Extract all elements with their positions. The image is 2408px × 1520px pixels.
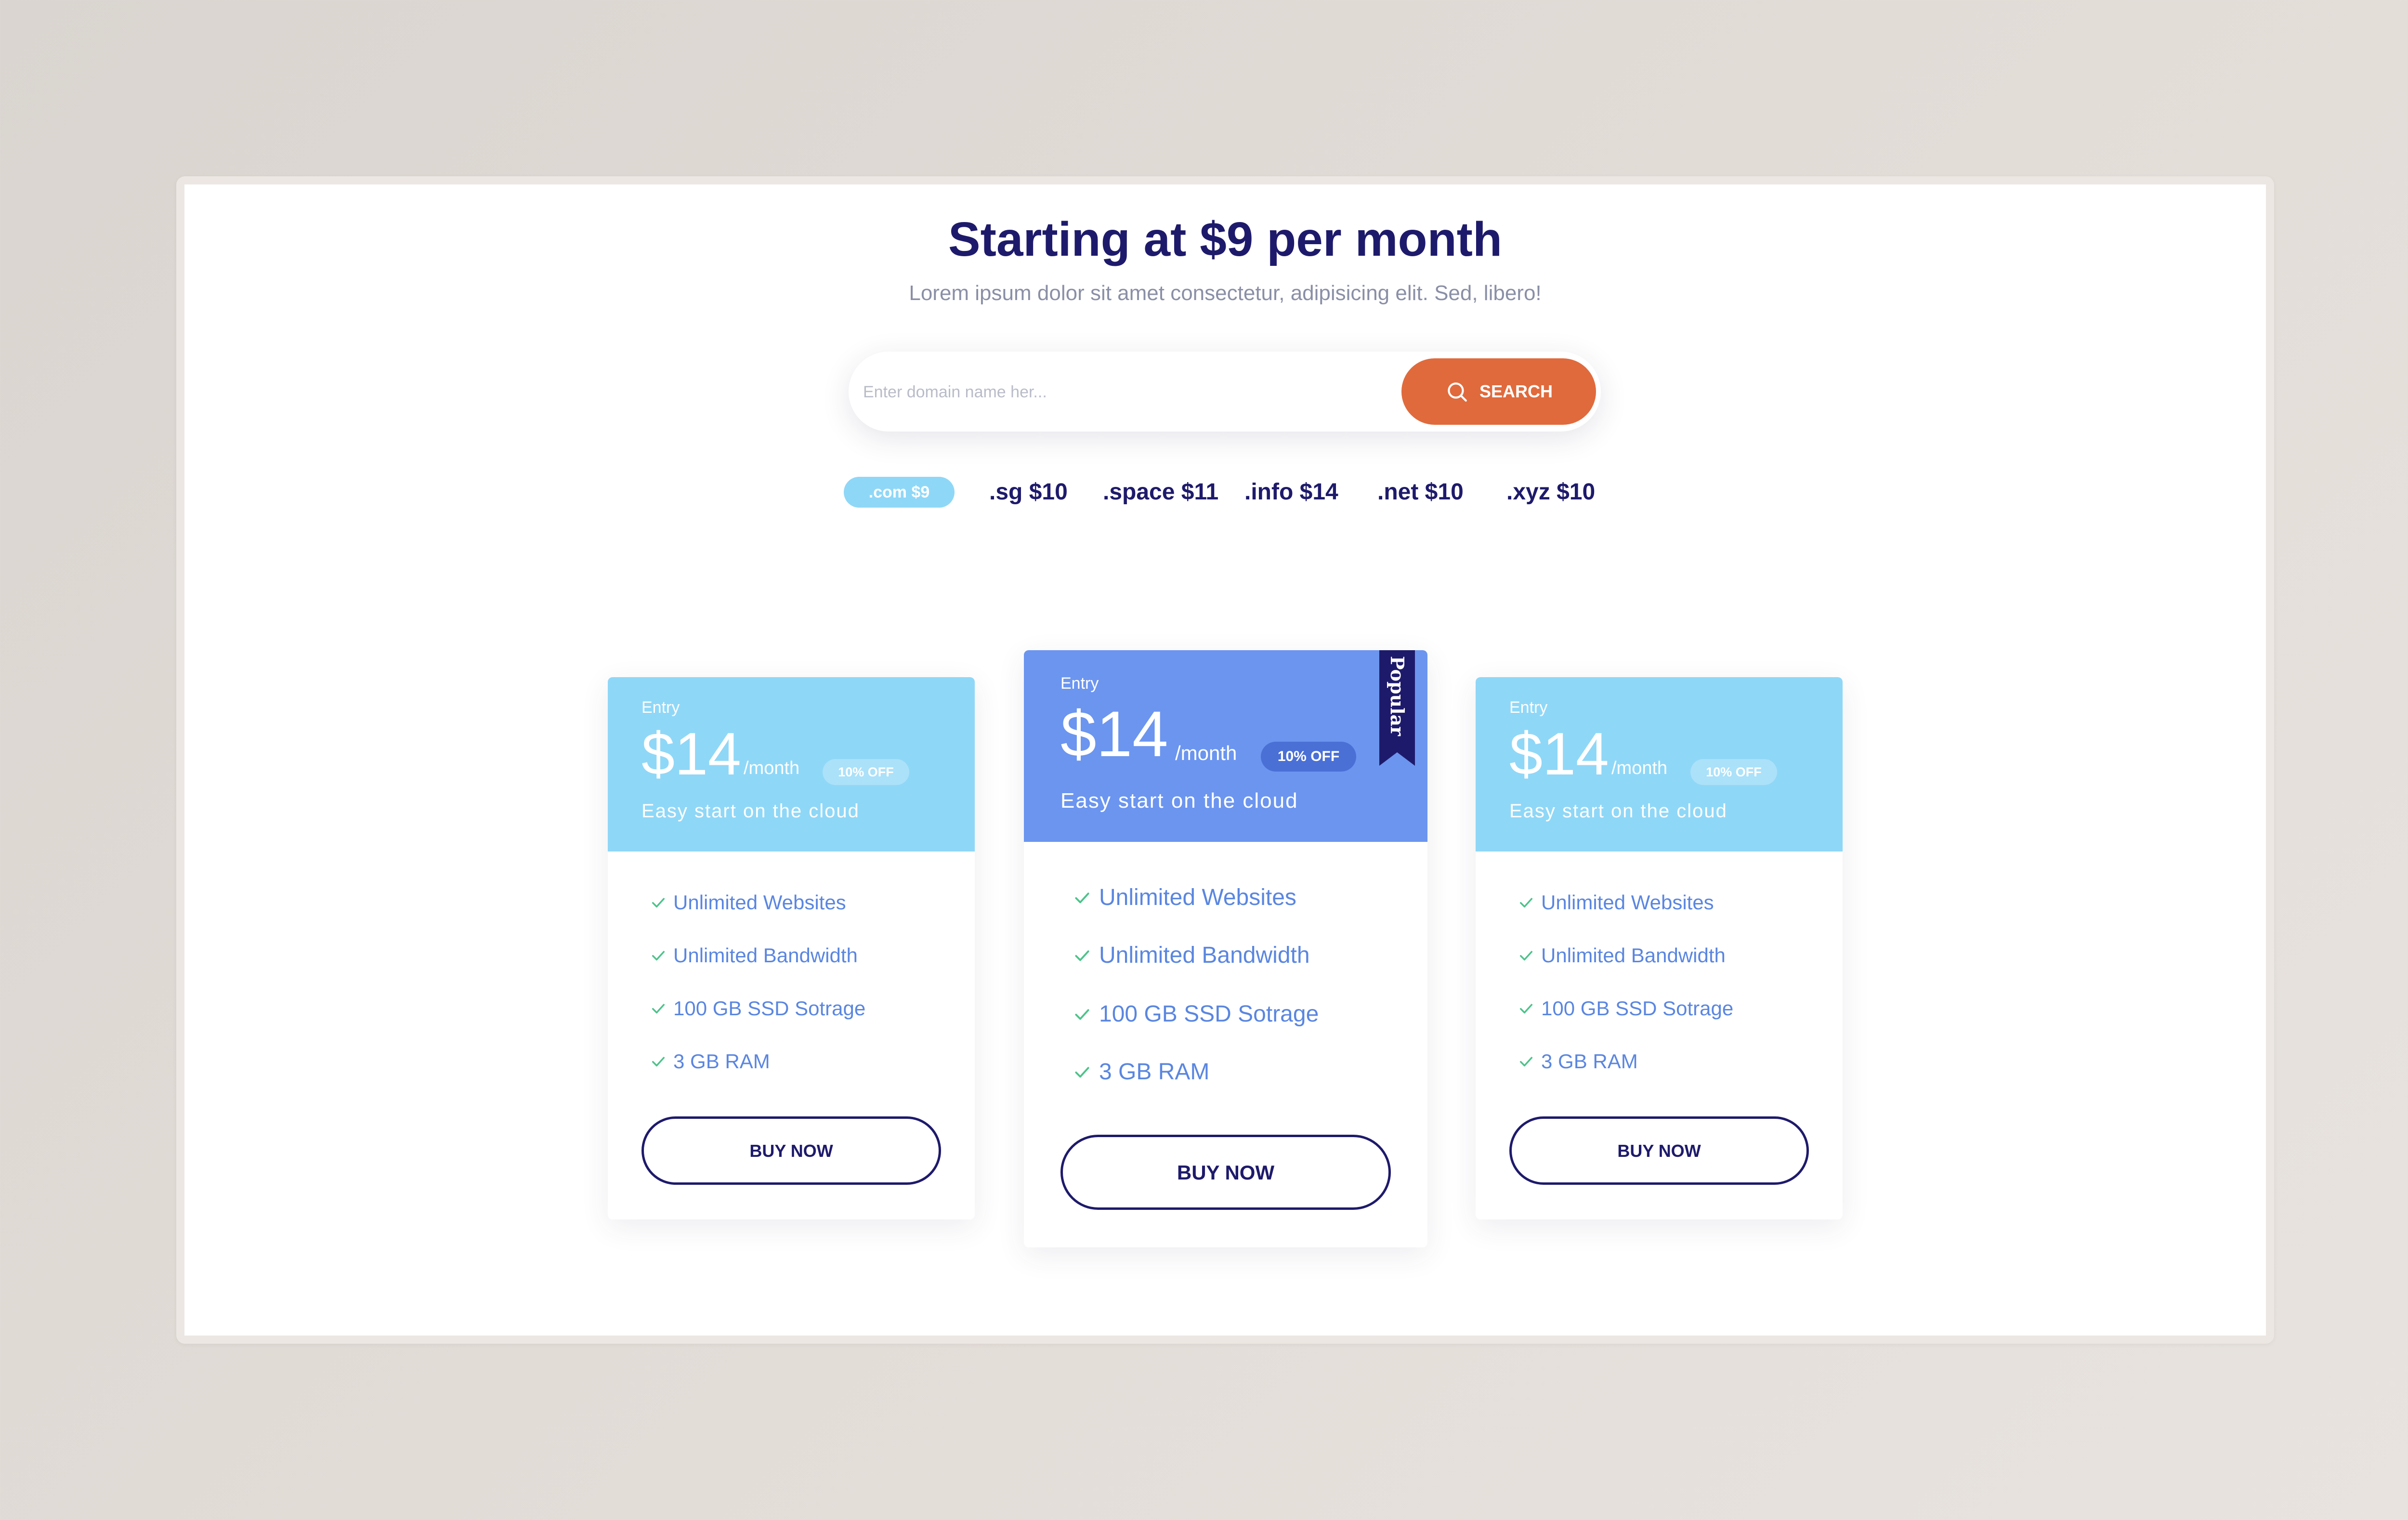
feature-item: 100 GB SSD Sotrage [650,997,865,1020]
pricing-card-featured: Entry $14 /month 10% OFF Easy start on t… [1024,650,1427,1247]
feature-item: 100 GB SSD Sotrage [1518,997,1733,1020]
discount-badge: 10% OFF [823,759,909,785]
check-icon [652,1004,665,1014]
feature-item: 3 GB RAM [1073,1059,1209,1085]
page-title: Starting at $9 per month [948,212,1503,266]
feature-label: 100 GB SSD Sotrage [1099,1001,1319,1027]
check-icon [1519,951,1533,961]
feature-item: Unlimited Websites [1518,891,1714,914]
check-icon [1075,892,1089,903]
plan-price: $14 [1060,698,1168,770]
feature-label: Unlimited Bandwidth [1541,944,1726,967]
check-icon [652,1057,665,1067]
check-icon [652,951,665,961]
plan-tier: Entry [1060,674,1099,693]
check-icon [1519,1004,1533,1014]
feature-item: Unlimited Bandwidth [650,944,858,967]
feature-item: Unlimited Bandwidth [1073,942,1310,969]
tld-option-space[interactable]: .space $11 [1103,477,1218,508]
plan-period: /month [1611,758,1668,778]
tld-option-com[interactable]: .com $9 [844,477,955,508]
pricing-card: Entry $14 /month 10% OFF Easy start on t… [608,677,975,1219]
feature-label: Unlimited Bandwidth [673,944,858,967]
check-icon [1075,950,1089,961]
buy-now-button[interactable]: BUY NOW [641,1116,941,1185]
tld-option-sg[interactable]: .sg $10 [989,477,1068,508]
feature-item: Unlimited Websites [1073,884,1296,911]
discount-badge: 10% OFF [1690,759,1777,785]
feature-label: Unlimited Bandwidth [1099,943,1310,968]
plan-tagline: Easy start on the cloud [1509,800,1727,822]
plan-tier: Entry [1509,698,1548,717]
plan-tagline: Easy start on the cloud [1060,789,1298,812]
check-icon [652,898,665,908]
feature-item: 100 GB SSD Sotrage [1073,1001,1319,1027]
feature-label: 100 GB SSD Sotrage [673,997,866,1020]
feature-item: Unlimited Websites [650,891,846,914]
ribbon-label: Popular [1387,655,1408,736]
plan-price: $14 [641,721,741,787]
feature-item: 3 GB RAM [650,1050,770,1073]
plan-tier: Entry [641,698,680,717]
plan-period: /month [744,758,800,778]
feature-label: 3 GB RAM [1541,1050,1638,1073]
buy-now-button[interactable]: BUY NOW [1509,1116,1809,1185]
page-subtitle: Lorem ipsum dolor sit amet consectetur, … [909,281,1542,305]
search-icon [1448,382,1467,402]
search-button-label: SEARCH [1479,381,1553,401]
feature-label: 3 GB RAM [1099,1059,1210,1085]
pricing-card: Entry $14 /month 10% OFF Easy start on t… [1476,677,1843,1219]
plan-period: /month [1175,742,1237,764]
feature-label: Unlimited Websites [673,891,846,914]
plan-tagline: Easy start on the cloud [641,800,860,822]
pricing-card-header: Entry $14 /month 10% OFF Easy start on t… [1024,650,1427,842]
domain-search-input[interactable] [862,360,1394,424]
pricing-card-header: Entry $14 /month 10% OFF Easy start on t… [1476,677,1843,852]
popular-ribbon: Popular [1379,650,1415,766]
tld-option-xyz[interactable]: .xyz $10 [1506,477,1595,508]
feature-label: Unlimited Websites [1099,885,1296,910]
check-icon [1075,1009,1089,1020]
plan-price: $14 [1509,721,1609,787]
pricing-card-header: Entry $14 /month 10% OFF Easy start on t… [608,677,975,852]
feature-item: 3 GB RAM [1518,1050,1638,1073]
check-icon [1075,1066,1089,1077]
feature-label: 100 GB SSD Sotrage [1541,997,1734,1020]
search-button[interactable]: SEARCH [1401,358,1596,425]
tld-option-net[interactable]: .net $10 [1377,477,1464,508]
tld-option-info[interactable]: .info $14 [1244,477,1338,508]
buy-now-button[interactable]: BUY NOW [1060,1135,1391,1210]
check-icon [1519,1057,1533,1067]
feature-label: Unlimited Websites [1541,891,1714,914]
feature-label: 3 GB RAM [673,1050,770,1073]
discount-badge: 10% OFF [1261,742,1356,772]
feature-item: Unlimited Bandwidth [1518,944,1726,967]
domain-search-bar: SEARCH [849,352,1601,432]
check-icon [1519,898,1533,908]
